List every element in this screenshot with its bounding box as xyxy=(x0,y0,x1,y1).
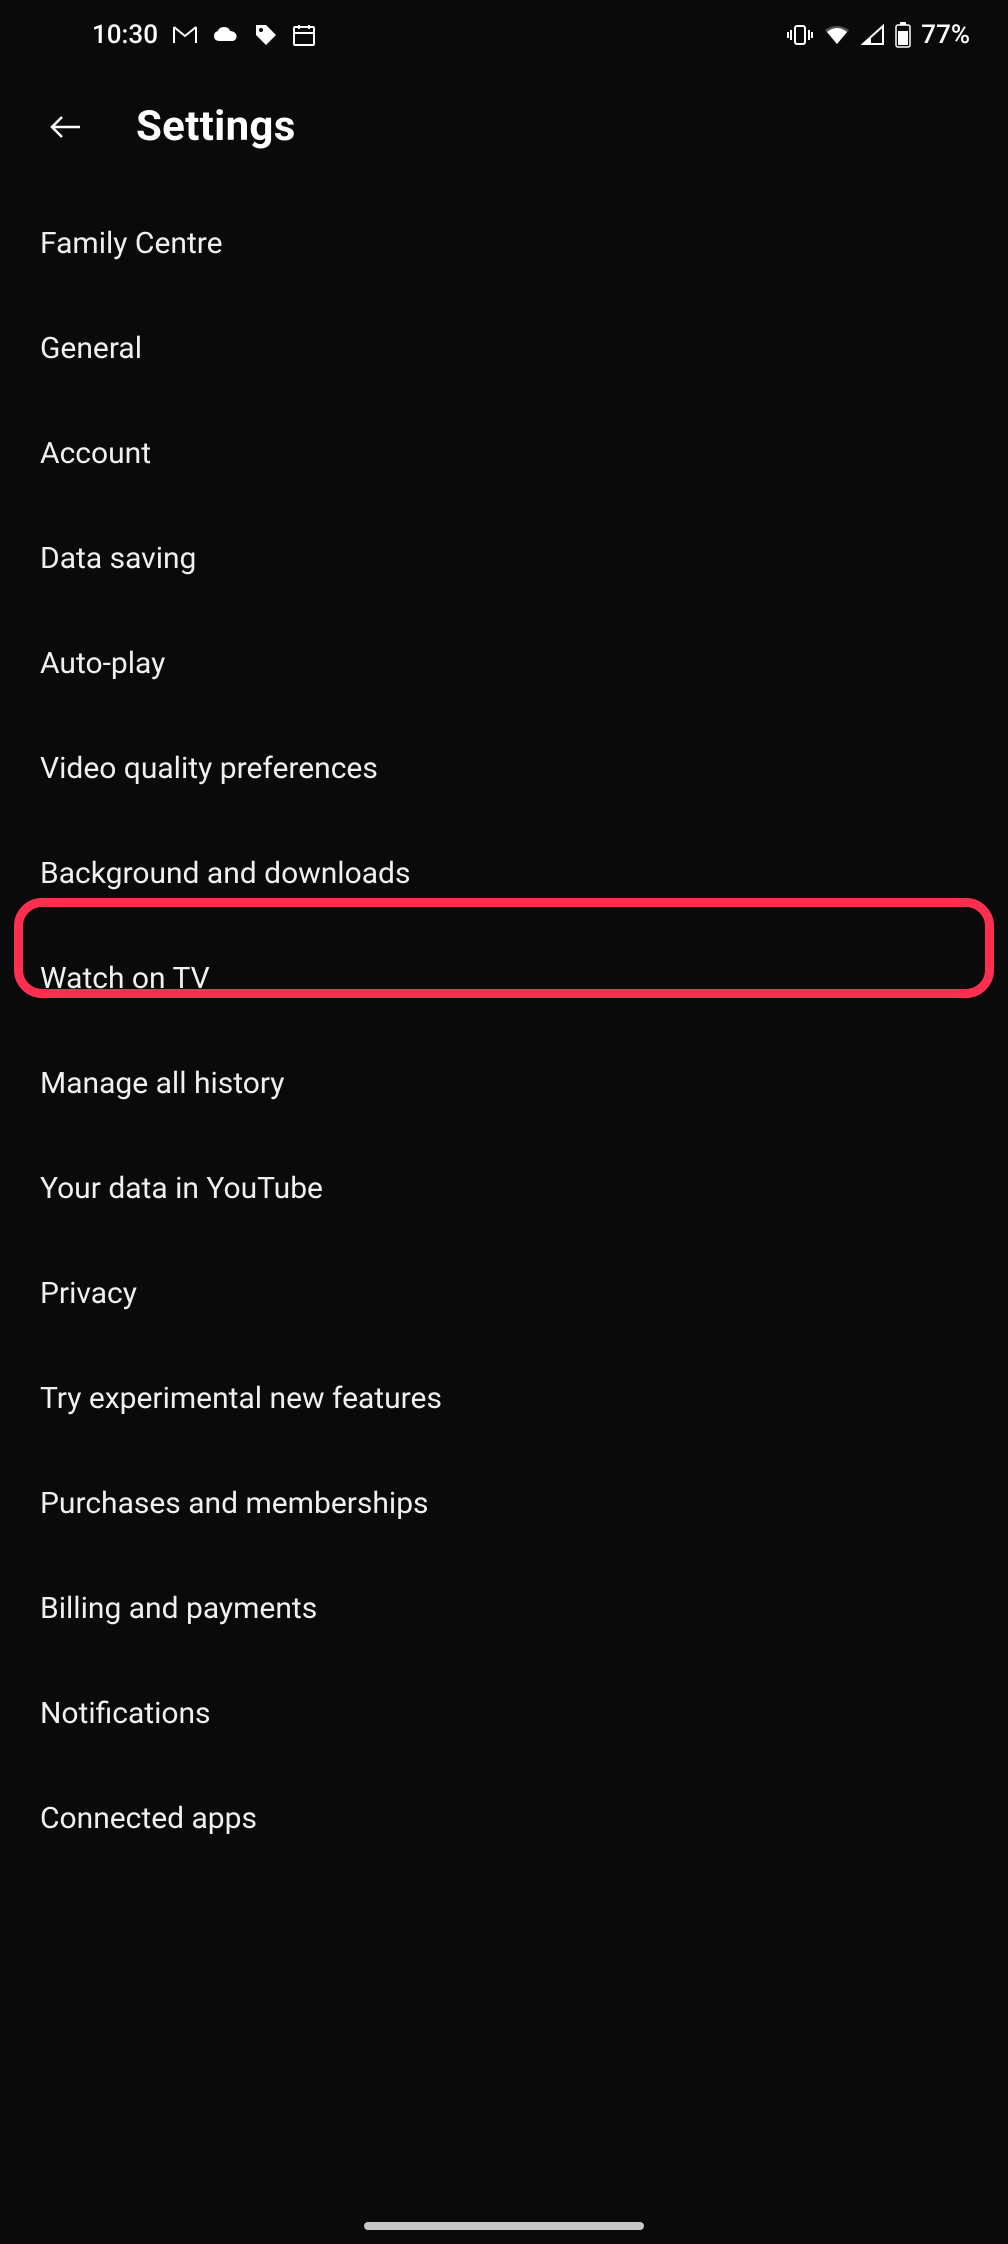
settings-item-general[interactable]: General xyxy=(0,296,1008,401)
settings-item-data-saving[interactable]: Data saving xyxy=(0,506,1008,611)
settings-item-manage-all-history[interactable]: Manage all history xyxy=(0,1031,1008,1136)
cloud-icon xyxy=(212,25,240,45)
settings-item-label: Connected apps xyxy=(40,1801,257,1836)
settings-item-label: Manage all history xyxy=(40,1066,285,1101)
cellular-icon xyxy=(861,24,885,46)
settings-item-label: Auto-play xyxy=(40,646,165,681)
settings-item-label: Notifications xyxy=(40,1696,211,1731)
gmail-icon xyxy=(172,25,198,45)
settings-item-label: Data saving xyxy=(40,541,196,576)
settings-item-experimental-features[interactable]: Try experimental new features xyxy=(0,1346,1008,1451)
settings-item-purchases-memberships[interactable]: Purchases and memberships xyxy=(0,1451,1008,1556)
wifi-icon xyxy=(823,24,851,46)
settings-item-auto-play[interactable]: Auto-play xyxy=(0,611,1008,716)
settings-item-notifications[interactable]: Notifications xyxy=(0,1661,1008,1766)
settings-item-label: Background and downloads xyxy=(40,856,410,891)
settings-item-background-downloads[interactable]: Background and downloads xyxy=(0,821,1008,926)
page-title: Settings xyxy=(136,102,296,151)
battery-percentage: 77% xyxy=(921,20,970,50)
settings-item-video-quality-preferences[interactable]: Video quality preferences xyxy=(0,716,1008,821)
settings-item-billing-payments[interactable]: Billing and payments xyxy=(0,1556,1008,1661)
settings-item-account[interactable]: Account xyxy=(0,401,1008,506)
status-bar: 10:30 xyxy=(0,0,1008,70)
settings-item-label: Video quality preferences xyxy=(40,751,378,786)
settings-item-label: Try experimental new features xyxy=(40,1381,442,1416)
status-time: 10:30 xyxy=(92,20,158,50)
status-bar-left: 10:30 xyxy=(92,20,316,50)
settings-item-label: General xyxy=(40,331,142,366)
settings-list: Family Centre General Account Data savin… xyxy=(0,191,1008,1871)
back-arrow-icon xyxy=(46,107,86,147)
settings-item-family-centre[interactable]: Family Centre xyxy=(0,191,1008,296)
app-header: Settings xyxy=(0,70,1008,191)
status-bar-right: 77% xyxy=(787,20,970,50)
calendar-icon xyxy=(292,23,316,47)
vibrate-icon xyxy=(787,24,813,46)
battery-icon xyxy=(895,22,911,48)
home-indicator[interactable] xyxy=(364,2222,644,2230)
settings-item-connected-apps[interactable]: Connected apps xyxy=(0,1766,1008,1871)
settings-item-label: Your data in YouTube xyxy=(40,1171,323,1206)
back-button[interactable] xyxy=(42,103,90,151)
settings-item-label: Account xyxy=(40,436,151,471)
settings-item-privacy[interactable]: Privacy xyxy=(0,1241,1008,1346)
settings-item-label: Watch on TV xyxy=(40,961,210,996)
settings-item-watch-on-tv[interactable]: Watch on TV xyxy=(0,926,1008,1031)
settings-item-your-data-in-youtube[interactable]: Your data in YouTube xyxy=(0,1136,1008,1241)
settings-item-label: Billing and payments xyxy=(40,1591,317,1626)
settings-item-label: Family Centre xyxy=(40,226,223,261)
tag-icon xyxy=(254,23,278,47)
settings-item-label: Privacy xyxy=(40,1276,137,1311)
settings-item-label: Purchases and memberships xyxy=(40,1486,429,1521)
